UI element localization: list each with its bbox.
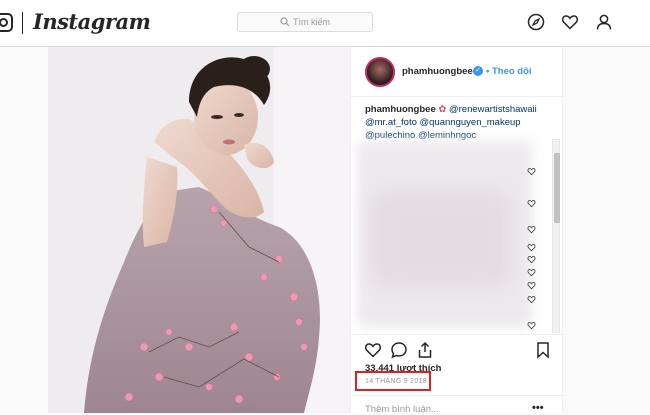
comments-scrollbar-thumb[interactable] bbox=[554, 153, 560, 223]
post-photo-illustration bbox=[49, 47, 350, 413]
caption-username[interactable]: phamhuongbee bbox=[365, 104, 436, 115]
logo-divider bbox=[22, 12, 23, 34]
comment-like-heart-icon[interactable] bbox=[527, 321, 536, 330]
post-card: phamhuongbee ✓ • Theo dõi phamhuongbee ✿… bbox=[48, 47, 565, 415]
follow-button[interactable]: • Theo dõi bbox=[486, 66, 532, 77]
search-placeholder: Tìm kiếm bbox=[293, 17, 330, 27]
avatar[interactable] bbox=[365, 57, 395, 87]
comment-like-heart-icon[interactable] bbox=[527, 225, 536, 234]
heart-icon[interactable] bbox=[561, 13, 579, 31]
like-heart-icon[interactable] bbox=[364, 341, 382, 359]
verified-badge-icon: ✓ bbox=[473, 66, 483, 76]
post-header: phamhuongbee ✓ • Theo dõi bbox=[351, 47, 565, 97]
camera-logo-icon[interactable] bbox=[0, 13, 13, 32]
top-navigation-bar: Instagram Tìm kiếm bbox=[0, 0, 650, 47]
comment-like-heart-icon[interactable] bbox=[527, 199, 536, 208]
date-highlight-box bbox=[355, 371, 431, 391]
search-icon bbox=[280, 17, 290, 27]
save-bookmark-icon[interactable] bbox=[534, 341, 552, 359]
post-photo[interactable] bbox=[49, 47, 350, 413]
comment-bubble-icon[interactable] bbox=[390, 341, 408, 359]
caption-emoji: ✿ bbox=[438, 104, 447, 115]
more-options-icon[interactable]: ••• bbox=[532, 402, 544, 414]
comment-like-heart-icon[interactable] bbox=[527, 295, 536, 304]
search-box[interactable]: Tìm kiếm bbox=[237, 12, 373, 32]
post-side-panel: phamhuongbee ✓ • Theo dõi phamhuongbee ✿… bbox=[350, 47, 565, 415]
comment-like-heart-icon[interactable] bbox=[527, 243, 536, 252]
comments-area: phamhuongbee ✿ @renewartistshawaii @mr.a… bbox=[351, 97, 565, 333]
post-username[interactable]: phamhuongbee bbox=[402, 66, 473, 77]
instagram-wordmark[interactable]: Instagram bbox=[33, 9, 151, 34]
blurred-comments-overlay bbox=[371, 189, 511, 289]
comment-like-heart-icon[interactable] bbox=[527, 255, 536, 264]
follow-label: Theo dõi bbox=[491, 66, 532, 77]
post-actions-bar bbox=[351, 334, 565, 364]
comment-like-heart-icon[interactable] bbox=[527, 281, 536, 290]
comment-like-heart-icon[interactable] bbox=[527, 167, 536, 176]
compass-icon[interactable] bbox=[527, 13, 545, 31]
add-comment-bar[interactable]: Thêm bình luận... ••• bbox=[351, 395, 565, 415]
share-icon[interactable] bbox=[416, 341, 434, 359]
comment-like-heart-icon[interactable] bbox=[527, 268, 536, 277]
profile-icon[interactable] bbox=[595, 13, 613, 31]
post-caption: phamhuongbee ✿ @renewartistshawaii @mr.a… bbox=[365, 103, 545, 142]
add-comment-input[interactable]: Thêm bình luận... bbox=[365, 404, 439, 415]
